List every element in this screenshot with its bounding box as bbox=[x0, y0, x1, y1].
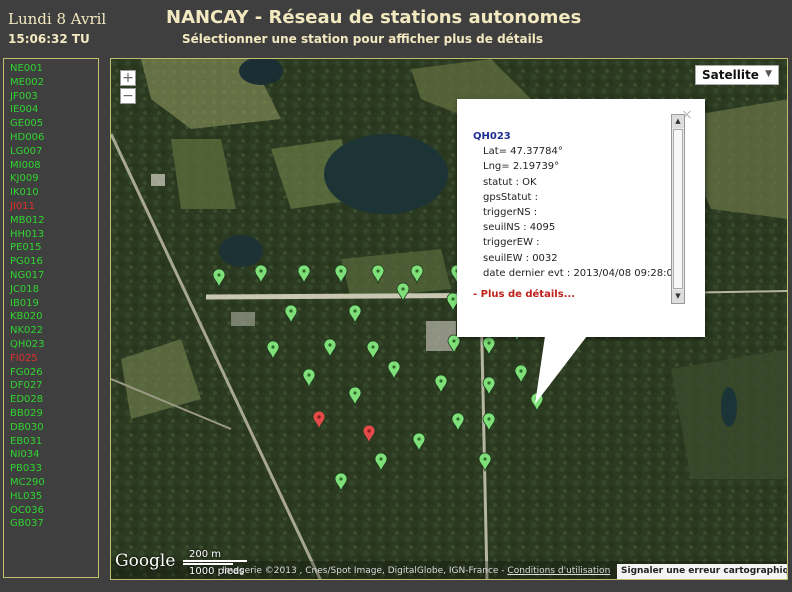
scale-bar-imperial bbox=[183, 563, 233, 565]
station-marker[interactable] bbox=[348, 304, 362, 325]
scrollbar-thumb[interactable] bbox=[673, 129, 683, 289]
station-marker[interactable] bbox=[396, 282, 410, 303]
scale-metric: 200 m bbox=[189, 549, 222, 560]
station-item-kj009[interactable]: KJ009 bbox=[10, 172, 98, 186]
station-item-ni034[interactable]: NI034 bbox=[10, 448, 98, 462]
terms-link[interactable]: Conditions d'utilisation bbox=[507, 566, 610, 576]
google-logo: Google bbox=[115, 551, 176, 571]
chevron-down-icon: ▼ bbox=[765, 69, 772, 79]
station-item-hd006[interactable]: HD006 bbox=[10, 131, 98, 145]
station-item-hh013[interactable]: HH013 bbox=[10, 228, 98, 242]
station-item-db030[interactable]: DB030 bbox=[10, 421, 98, 435]
station-detail-row: Lng= 2.19739° bbox=[483, 161, 560, 173]
station-item-me002[interactable]: ME002 bbox=[10, 76, 98, 90]
station-item-ib019[interactable]: IB019 bbox=[10, 297, 98, 311]
station-item-pe015[interactable]: PE015 bbox=[10, 241, 98, 255]
station-detail-row: triggerEW : bbox=[483, 237, 540, 249]
station-item-ge005[interactable]: GE005 bbox=[10, 117, 98, 131]
station-marker[interactable] bbox=[334, 472, 348, 493]
station-marker[interactable] bbox=[412, 432, 426, 453]
page-title: NANCAY - Réseau de stations autonomes bbox=[166, 7, 582, 28]
station-marker[interactable] bbox=[410, 264, 424, 285]
station-item-mi008[interactable]: MI008 bbox=[10, 159, 98, 173]
station-item-oc036[interactable]: OC036 bbox=[10, 504, 98, 518]
station-marker-alert[interactable] bbox=[362, 424, 376, 445]
station-item-nk022[interactable]: NK022 bbox=[10, 324, 98, 338]
more-details-link[interactable]: - Plus de détails... bbox=[473, 287, 679, 302]
station-detail-row: triggerNS : bbox=[483, 207, 538, 219]
station-detail-row: seuilEW : 0032 bbox=[483, 252, 558, 264]
station-item-lg007[interactable]: LG007 bbox=[10, 145, 98, 159]
station-item-mb012[interactable]: MB012 bbox=[10, 214, 98, 228]
station-detail-row: Lat= 47.37784° bbox=[483, 146, 563, 158]
station-marker[interactable] bbox=[334, 264, 348, 285]
station-item-qh023[interactable]: QH023 bbox=[10, 338, 98, 352]
station-item-jc018[interactable]: JC018 bbox=[10, 283, 98, 297]
station-marker[interactable] bbox=[434, 374, 448, 395]
map-type-label: Satellite bbox=[702, 68, 759, 82]
info-scrollbar[interactable]: ▲ ▼ bbox=[671, 114, 685, 304]
report-map-error-button[interactable]: Signaler une erreur cartographique bbox=[617, 564, 787, 579]
station-item-df027[interactable]: DF027 bbox=[10, 379, 98, 393]
station-marker[interactable] bbox=[348, 386, 362, 407]
station-info-window: × QH023 Lat= 47.37784° Lng= 2.19739° statu… bbox=[457, 99, 705, 404]
station-name: QH023 bbox=[473, 131, 511, 142]
station-detail-rows: Lat= 47.37784° Lng= 2.19739° statut : OK gp… bbox=[473, 144, 679, 281]
scroll-up-icon[interactable]: ▲ bbox=[672, 115, 684, 128]
station-item-fi025[interactable]: FI025 bbox=[10, 352, 98, 366]
map-type-dropdown[interactable]: Satellite ▼ bbox=[695, 65, 779, 85]
station-detail-row: statut : OK bbox=[483, 176, 537, 188]
station-details: QH023 Lat= 47.37784° Lng= 2.19739° statut … bbox=[473, 129, 679, 302]
station-item-ng017[interactable]: NG017 bbox=[10, 269, 98, 283]
station-marker[interactable] bbox=[323, 338, 337, 359]
station-item-eb031[interactable]: EB031 bbox=[10, 435, 98, 449]
station-detail-row: gpsStatut : bbox=[483, 191, 539, 203]
station-item-jf003[interactable]: JF003 bbox=[10, 90, 98, 104]
page-subtitle: Sélectionner une station pour afficher p… bbox=[182, 32, 544, 46]
zoom-out-button[interactable]: − bbox=[120, 88, 136, 104]
satellite-map[interactable]: + − Satellite ▼ × QH023 Lat= 47.37784° Ln… bbox=[110, 58, 788, 580]
station-detail-row: date dernier evt : 2013/04/08 09:28:09 bbox=[483, 267, 680, 279]
scroll-down-icon[interactable]: ▼ bbox=[672, 290, 684, 303]
station-item-pg016[interactable]: PG016 bbox=[10, 255, 98, 269]
station-marker[interactable] bbox=[302, 368, 316, 389]
station-item-gb037[interactable]: GB037 bbox=[10, 517, 98, 531]
station-marker[interactable] bbox=[387, 360, 401, 381]
station-item-bb029[interactable]: BB029 bbox=[10, 407, 98, 421]
station-marker[interactable] bbox=[284, 304, 298, 325]
current-time: 15:06:32 TU bbox=[8, 32, 90, 46]
attribution-text: Imagerie ©2013 , Cnes/Spot Image, Digita… bbox=[222, 566, 508, 576]
station-item-ne001[interactable]: NE001 bbox=[10, 62, 98, 76]
station-item-pb033[interactable]: PB033 bbox=[10, 462, 98, 476]
station-item-hl035[interactable]: HL035 bbox=[10, 490, 98, 504]
station-marker[interactable] bbox=[254, 264, 268, 285]
station-item-mc290[interactable]: MC290 bbox=[10, 476, 98, 490]
scale-bar-metric bbox=[183, 560, 247, 562]
station-item-ed028[interactable]: ED028 bbox=[10, 393, 98, 407]
station-item-kb020[interactable]: KB020 bbox=[10, 310, 98, 324]
station-marker-alert[interactable] bbox=[312, 410, 326, 431]
station-marker[interactable] bbox=[212, 268, 226, 289]
station-detail-row: seuilNS : 4095 bbox=[483, 222, 556, 234]
map-attribution: Imagerie ©2013 , Cnes/Spot Image, Digita… bbox=[222, 566, 610, 576]
zoom-in-button[interactable]: + bbox=[120, 70, 136, 86]
station-item-ie004[interactable]: IE004 bbox=[10, 103, 98, 117]
station-marker[interactable] bbox=[366, 340, 380, 361]
station-list: NE001 ME002 JF003 IE004 GE005 HD006 LG007 MI008… bbox=[3, 58, 99, 578]
station-marker[interactable] bbox=[374, 452, 388, 473]
station-marker[interactable] bbox=[297, 264, 311, 285]
current-date: Lundi 8 Avril bbox=[8, 10, 107, 28]
station-item-fg026[interactable]: FG026 bbox=[10, 366, 98, 380]
station-item-ik010[interactable]: IK010 bbox=[10, 186, 98, 200]
station-marker[interactable] bbox=[266, 340, 280, 361]
station-marker[interactable] bbox=[478, 452, 492, 473]
station-marker[interactable] bbox=[371, 264, 385, 285]
station-item-ji011[interactable]: JI011 bbox=[10, 200, 98, 214]
